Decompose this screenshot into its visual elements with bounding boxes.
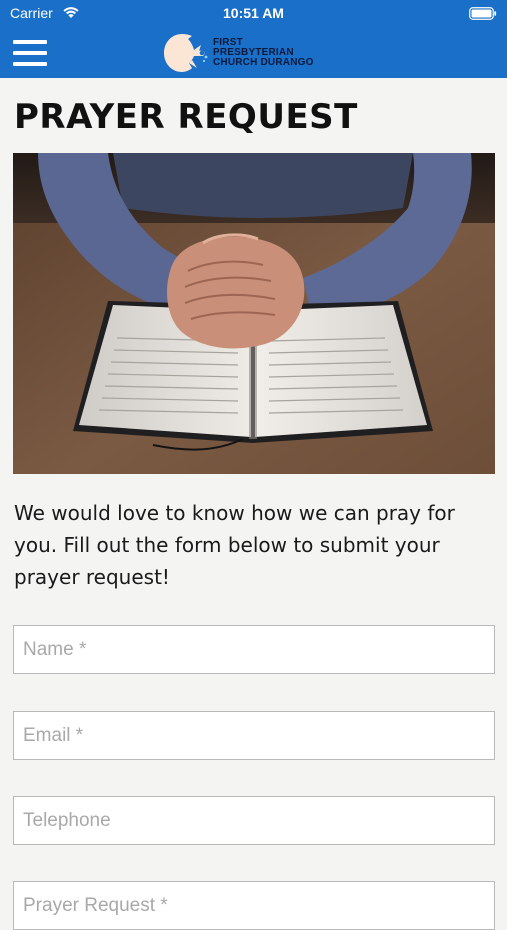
telephone-field[interactable] (13, 796, 495, 845)
prayer-request-field[interactable] (13, 881, 495, 930)
church-logo[interactable]: FIRST PRESBYTERIAN CHURCH DURANGO (161, 32, 341, 74)
hamburger-menu-icon[interactable] (13, 40, 47, 66)
email-field[interactable] (13, 711, 495, 760)
clock-time: 10:51 AM (223, 5, 284, 21)
battery-icon (469, 7, 497, 20)
name-field[interactable] (13, 625, 495, 674)
dove-logo-icon (164, 34, 208, 72)
hero-image (13, 153, 495, 474)
status-bar: Carrier 10:51 AM (0, 0, 507, 28)
prayer-bible-photo (13, 153, 495, 474)
nav-bar: FIRST PRESBYTERIAN CHURCH DURANGO (0, 28, 507, 78)
logo-line-church-durango: CHURCH DURANGO (213, 57, 314, 68)
page-title: PRAYER REQUEST (14, 97, 358, 137)
intro-text: We would love to know how we can pray fo… (14, 501, 455, 589)
logo-wordmark: FIRST PRESBYTERIAN CHURCH DURANGO (213, 38, 343, 68)
